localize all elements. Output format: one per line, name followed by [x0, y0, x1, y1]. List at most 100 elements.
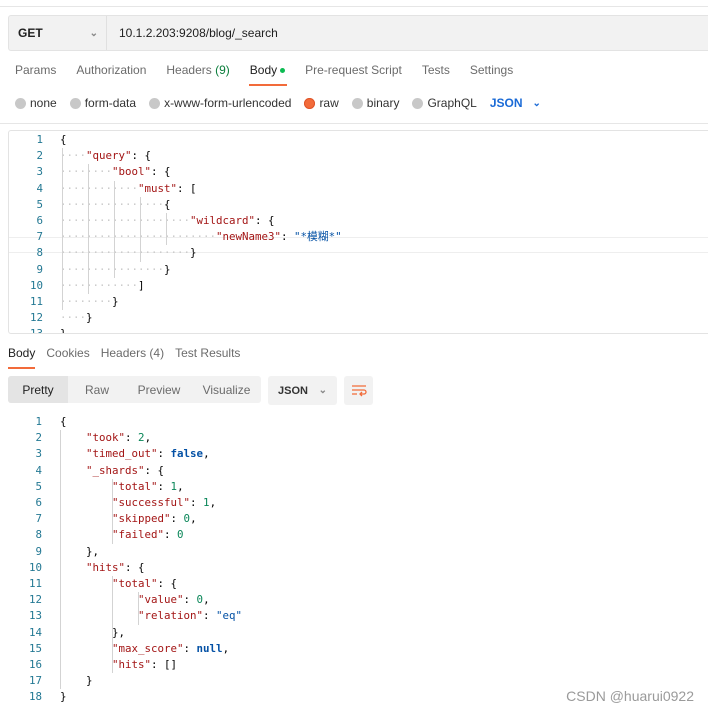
token: : {: [125, 560, 145, 574]
tab-settings[interactable]: Settings: [470, 63, 513, 85]
indent-guide: [112, 576, 114, 674]
indent: ····: [60, 311, 87, 325]
radio-circle-icon: [412, 97, 424, 109]
line-number: 4: [35, 463, 42, 477]
tab-params[interactable]: Params: [15, 63, 56, 85]
token: :: [255, 214, 269, 227]
code-line: "relation": "eq": [60, 608, 242, 624]
indent: ····: [60, 149, 87, 163]
token: },: [86, 544, 100, 558]
response-tabs: Body Cookies Headers (4) Test Results: [8, 346, 251, 369]
response-body-viewer[interactable]: 1 {2 "took": 2, 3 "timed_out": false, 4 "_s…: [0, 414, 708, 712]
view-mode-pretty[interactable]: Pretty: [8, 376, 68, 403]
token: ,: [177, 479, 184, 493]
token: }: [164, 262, 171, 276]
code-line: "_shards": {: [60, 463, 164, 479]
watermark: CSDN @huarui0922: [566, 688, 694, 704]
radio-x-www-form-urlencoded[interactable]: x-www-form-urlencoded: [149, 96, 291, 110]
request-tabs: Params Authorization Headers (9) Body Pre-re…: [15, 63, 533, 86]
token: {: [60, 415, 67, 428]
code-line: ········}: [60, 294, 119, 310]
tab-label: Authorization: [76, 63, 147, 77]
line-number: 9: [36, 262, 43, 276]
token: }: [86, 311, 93, 325]
status-dot-icon: [280, 68, 286, 74]
token: "*模糊*": [294, 230, 342, 244]
token: :: [177, 181, 191, 195]
token: false: [170, 447, 204, 461]
url-input[interactable]: 10.1.2.203:9208/blog/_search: [107, 26, 278, 40]
token: :: [164, 528, 178, 542]
line-number: 14: [28, 625, 42, 639]
token: :: [170, 512, 184, 526]
code-line: ············]: [60, 278, 145, 294]
response-format-select[interactable]: JSON ⌄: [268, 376, 337, 405]
token: },: [112, 625, 126, 639]
radio-raw[interactable]: raw: [304, 96, 339, 110]
line-number: 10: [28, 560, 42, 574]
code-line: },: [60, 544, 99, 560]
tab-label: Body: [249, 63, 278, 77]
token: ]: [138, 278, 145, 292]
body-format-label: JSON: [489, 96, 523, 110]
radio-form-data[interactable]: form-data: [69, 96, 136, 110]
response-format-label: JSON: [278, 384, 308, 397]
line-number: 6: [35, 496, 42, 509]
token: 0: [177, 528, 184, 542]
indent: ········: [60, 295, 113, 308]
response-tab-cookies[interactable]: Cookies: [46, 346, 89, 368]
tab-body[interactable]: Body: [248, 63, 288, 86]
line-number: 12: [29, 311, 43, 325]
token: :: [190, 496, 204, 509]
indent-guide: [62, 148, 63, 311]
tab-label: Pre-request Script: [305, 63, 402, 77]
code-line: "hits": {: [60, 560, 145, 576]
token: "hits": [112, 658, 152, 671]
method-select[interactable]: GET ⌄: [9, 16, 107, 50]
radio-none[interactable]: none: [15, 96, 57, 110]
line-number: 2: [36, 149, 43, 163]
response-tab-body[interactable]: Body: [8, 346, 36, 369]
indent: ························: [60, 230, 217, 244]
token: }: [86, 674, 93, 688]
line-number: 11: [28, 577, 42, 590]
code-line: ················}: [60, 262, 171, 278]
view-mode-visualize[interactable]: Visualize: [192, 376, 261, 403]
indent-guide: [88, 164, 90, 294]
radio-GraphQL[interactable]: GraphQL: [412, 96, 477, 110]
code-line: ····"query": {: [60, 148, 151, 164]
indent-guide: [138, 592, 140, 625]
code-line: }: [60, 326, 67, 333]
token: "bool": [112, 165, 152, 179]
wrap-lines-button[interactable]: [344, 376, 373, 405]
view-mode-raw[interactable]: Raw: [68, 376, 126, 403]
token: "timed_out": [86, 447, 158, 461]
tab-headers[interactable]: Headers (9): [166, 63, 229, 85]
radio-circle-icon: [149, 97, 161, 109]
token: "query": [86, 149, 132, 163]
code-line: ····}: [60, 310, 93, 326]
radio-binary[interactable]: binary: [351, 96, 399, 110]
response-tab-test-results[interactable]: Test Results: [175, 346, 240, 368]
view-mode-preview[interactable]: Preview: [126, 376, 192, 403]
indent-guide: [166, 213, 168, 246]
top-divider: [0, 6, 708, 7]
token: "value": [138, 593, 184, 607]
tab-authorization[interactable]: Authorization: [76, 63, 146, 85]
tab-tests[interactable]: Tests: [422, 63, 450, 85]
body-format-select[interactable]: JSON ⌄: [490, 96, 541, 110]
request-body-editor[interactable]: 1{2 ····"query": {3 ········"bool": {4 ····…: [8, 130, 708, 334]
line-number: 7: [35, 512, 42, 526]
token: {: [164, 197, 171, 211]
token: :: [183, 641, 197, 655]
indent: ················: [60, 197, 165, 211]
url-bar: GET ⌄ 10.1.2.203:9208/blog/_search: [8, 15, 708, 51]
code-line: }: [60, 689, 67, 705]
response-tab-headers-[interactable]: Headers (4): [101, 346, 164, 368]
tab-pre-request-script[interactable]: Pre-request Script: [305, 63, 402, 85]
token: ,: [209, 496, 217, 509]
